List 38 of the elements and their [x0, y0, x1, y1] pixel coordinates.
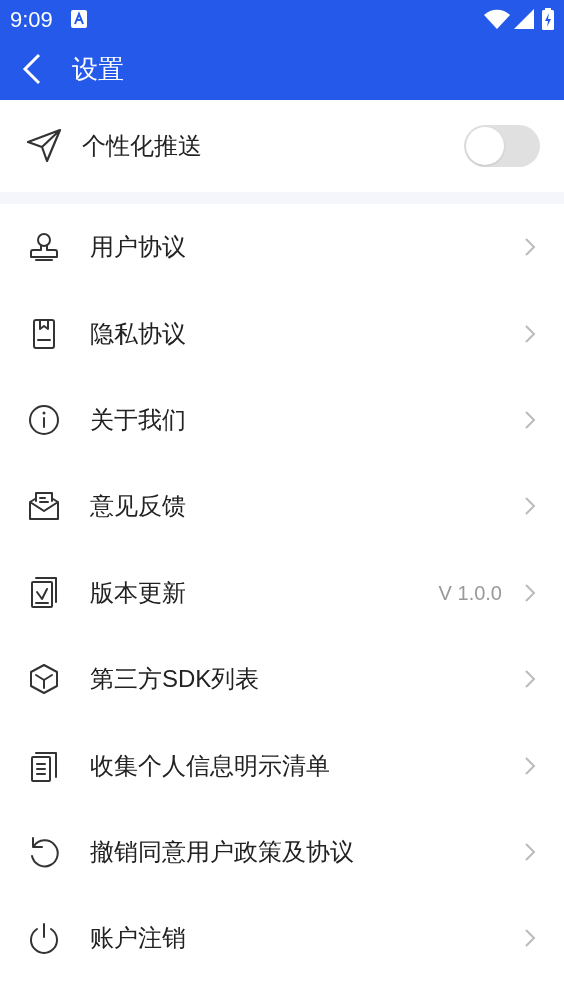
wifi-icon — [484, 9, 510, 29]
row-label: 用户协议 — [90, 232, 187, 263]
chevron-icon — [524, 409, 536, 430]
page-title: 设置 — [72, 52, 124, 86]
chevron-icon — [524, 841, 536, 862]
toggle-switch[interactable] — [464, 125, 540, 167]
row-label: 版本更新 — [90, 577, 187, 608]
chevron-icon — [524, 323, 536, 344]
status-time: 9:09 — [10, 5, 53, 34]
chevron-icon — [524, 755, 536, 776]
battery-icon — [542, 8, 554, 30]
settings-row[interactable]: 用户协议 — [0, 204, 564, 291]
settings-row[interactable]: 隐私协议 — [0, 290, 564, 377]
notification-icon — [70, 10, 87, 28]
settings-row[interactable]: 版本更新 V 1.0.0 — [0, 549, 564, 636]
chevron-icon — [524, 582, 536, 603]
chevron-icon — [524, 669, 536, 690]
settings-row[interactable]: 意见反馈 — [0, 463, 564, 550]
chevron-icon — [524, 496, 536, 517]
chevron-icon — [524, 928, 536, 949]
settings-row[interactable]: 第三方SDK列表 — [0, 635, 564, 723]
row-label: 意见反馈 — [90, 491, 187, 522]
send-icon — [25, 127, 63, 165]
row-label: 撤销同意用户政策及协议 — [90, 836, 355, 867]
settings-row[interactable]: 收集个人信息明示清单 — [0, 722, 564, 809]
version-text: V 1.0.0 — [438, 580, 502, 606]
row-label: 关于我们 — [90, 404, 187, 435]
row-label: 隐私协议 — [90, 318, 187, 349]
row-label: 第三方SDK列表 — [90, 664, 261, 695]
back-icon — [22, 53, 42, 85]
settings-row[interactable]: 撤销同意用户政策及协议 — [0, 808, 564, 896]
setting-label: 个性化推送 — [82, 131, 203, 161]
chevron-icon — [524, 237, 536, 258]
signal-icon — [514, 9, 534, 29]
row-label: 收集个人信息明示清单 — [90, 750, 331, 781]
row-label: 账户注销 — [90, 923, 187, 954]
settings-row[interactable]: 账户注销 — [0, 895, 564, 982]
settings-row[interactable]: 关于我们 — [0, 376, 564, 464]
